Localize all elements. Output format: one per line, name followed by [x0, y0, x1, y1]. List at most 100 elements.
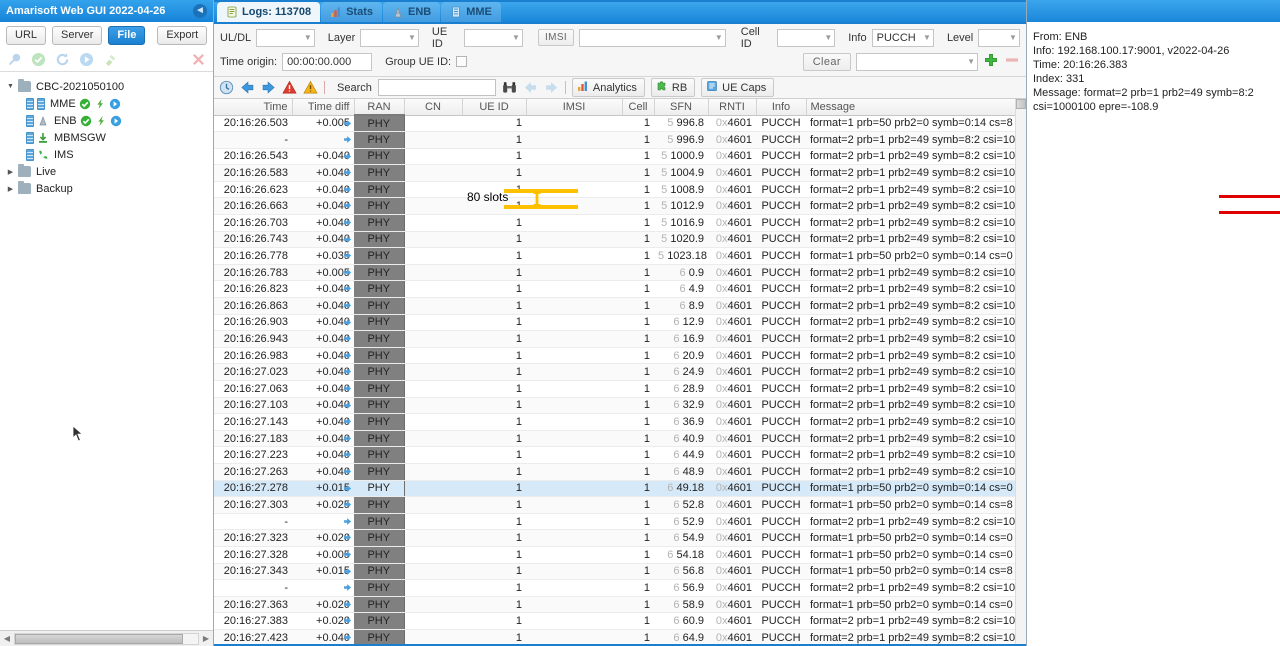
jump-arrow-icon[interactable]	[343, 417, 352, 426]
table-row[interactable]: 20:16:26.743 +0.040 PHY 1 1 5 1020.9 0x4601 PUC…	[214, 231, 1026, 249]
table-row[interactable]: 20:16:27.143 +0.040 PHY 1 1 6 36.9 0x4601 PUCCH…	[214, 413, 1026, 431]
jump-arrow-icon[interactable]	[343, 268, 352, 277]
cellid-select[interactable]: ▼	[776, 28, 836, 47]
tab-mme[interactable]: MME	[441, 2, 501, 22]
jump-arrow-icon[interactable]	[343, 484, 352, 493]
column-header-info[interactable]: Info	[756, 99, 807, 116]
jump-arrow-icon[interactable]	[343, 384, 352, 393]
warning-icon[interactable]	[303, 80, 318, 95]
table-row[interactable]: - PHY 1 1 5 996.9 0x4601 PUCCH format=2 prb=1 p…	[214, 131, 1026, 149]
table-row[interactable]: 20:16:27.103 +0.040 PHY 1 1 6 32.9 0x4601 PUCCH…	[214, 397, 1026, 415]
play-circle-icon[interactable]	[79, 52, 94, 67]
info-select[interactable]: PUCCH ▼	[871, 28, 934, 47]
jump-arrow-icon[interactable]	[343, 351, 352, 360]
group-ue-id-checkbox[interactable]	[456, 56, 468, 67]
table-row[interactable]: 20:16:27.323 +0.020 PHY 1 1 6 54.9 0x4601 PUCCH…	[214, 529, 1026, 547]
jump-arrow-icon[interactable]	[343, 517, 352, 526]
column-header-rnti[interactable]: RNTI	[708, 99, 757, 116]
play-circle-icon[interactable]	[110, 115, 122, 127]
search-input[interactable]	[377, 79, 496, 96]
table-row[interactable]: 20:16:27.383 +0.020 PHY 1 1 6 60.9 0x4601 PUCCH…	[214, 612, 1026, 630]
lightning-icon[interactable]	[94, 98, 106, 110]
error-icon[interactable]	[282, 80, 297, 95]
column-header-ue-id[interactable]: UE ID	[462, 99, 527, 116]
jump-arrow-icon[interactable]	[343, 533, 352, 542]
file-button[interactable]: File	[108, 25, 146, 45]
jump-arrow-icon[interactable]	[343, 567, 352, 576]
table-row[interactable]: 20:16:26.663 +0.040 PHY 1 1 5 1012.9 0x4601 PUC…	[214, 197, 1026, 216]
table-vertical-scrollbar[interactable]	[1015, 99, 1026, 644]
wrench-icon[interactable]	[7, 52, 22, 67]
table-row[interactable]: 20:16:26.863 +0.040 PHY 1 1 6 8.9 0x4601 PUCCH f…	[214, 297, 1026, 315]
column-header-imsi[interactable]: IMSI	[526, 99, 623, 116]
ueid-select[interactable]: ▼	[464, 28, 523, 47]
column-header-cn[interactable]: CN	[404, 99, 463, 116]
arrow-left-pale-icon[interactable]	[523, 80, 538, 95]
scroll-thumb[interactable]	[1016, 99, 1026, 109]
refresh-icon[interactable]	[55, 52, 70, 67]
jump-arrow-icon[interactable]	[343, 633, 352, 642]
jump-arrow-icon[interactable]	[343, 616, 352, 625]
jump-arrow-icon[interactable]	[343, 467, 352, 476]
chevron-right-icon[interactable]: ▶	[6, 185, 15, 193]
jump-arrow-icon[interactable]	[343, 600, 352, 609]
table-row[interactable]: 20:16:26.943 +0.040 PHY 1 1 6 16.9 0x4601 PUCCH…	[214, 330, 1026, 348]
scroll-track[interactable]	[14, 632, 199, 645]
clear-button[interactable]: Clear	[802, 52, 851, 71]
imsi-button[interactable]: IMSI	[537, 29, 575, 46]
jump-arrow-icon[interactable]	[343, 218, 352, 227]
arrow-right-blue-icon[interactable]	[261, 80, 276, 95]
jump-arrow-icon[interactable]	[343, 500, 352, 509]
table-row[interactable]: 20:16:26.543 +0.040 PHY 1 1 5 1000.9 0x4601 PUC…	[214, 148, 1026, 166]
column-header-time[interactable]: Time	[214, 99, 293, 116]
time-origin-input[interactable]: 00:00:00.000	[282, 52, 373, 71]
imsi-select[interactable]: ▼	[579, 28, 726, 47]
jump-arrow-icon[interactable]	[343, 251, 352, 260]
table-row[interactable]: 20:16:26.583 +0.040 PHY 1 1 5 1004.9 0x4601 PUC…	[214, 164, 1026, 182]
preset-select[interactable]: ▼	[856, 52, 978, 71]
layer-select[interactable]: ▼	[360, 28, 419, 47]
status-ok-icon[interactable]	[80, 115, 92, 127]
table-row[interactable]: 20:16:27.063 +0.040 PHY 1 1 6 28.9 0x4601 PUCCH…	[214, 380, 1026, 398]
jump-arrow-icon[interactable]	[343, 185, 352, 194]
tab-enb[interactable]: ENB	[383, 2, 441, 22]
table-row[interactable]: 20:16:27.363 +0.020 PHY 1 1 6 58.9 0x4601 PUCCH…	[214, 596, 1026, 614]
jump-arrow-icon[interactable]	[343, 235, 352, 244]
plus-green-icon[interactable]	[983, 52, 999, 71]
table-row[interactable]: 20:16:27.278 +0.015 PHY 1 1 6 49.18 0x4601 PUCC…	[214, 480, 1026, 498]
table-row[interactable]: 20:16:27.023 +0.040 PHY 1 1 6 24.9 0x4601 PUCCH…	[214, 363, 1026, 381]
column-header-ran[interactable]: RAN	[354, 99, 405, 116]
column-header-message[interactable]: Message	[806, 99, 1026, 116]
jump-arrow-icon[interactable]	[343, 318, 352, 327]
jump-arrow-icon[interactable]	[343, 550, 352, 559]
tree-item-live[interactable]: ▶ Live	[0, 163, 213, 180]
scroll-left-arrow-icon[interactable]: ◀	[0, 634, 14, 643]
table-row[interactable]: 20:16:26.823 +0.040 PHY 1 1 6 4.9 0x4601 PUCCH f…	[214, 280, 1026, 299]
table-row[interactable]: 20:16:26.778 +0.035 PHY 1 1 5 1023.18 0x4601 PU…	[214, 247, 1026, 265]
level-select[interactable]: ▼	[978, 28, 1020, 47]
tree-item-mme[interactable]: MME	[0, 95, 213, 112]
jump-arrow-icon[interactable]	[343, 284, 352, 293]
table-row[interactable]: 20:16:27.343 +0.015 PHY 1 1 6 56.8 0x4601 PUCCH…	[214, 563, 1026, 581]
tree-item-ims[interactable]: IMS	[0, 146, 213, 163]
export-button[interactable]: Export	[157, 25, 208, 45]
minus-red-icon[interactable]	[1004, 52, 1020, 71]
binoculars-icon[interactable]	[502, 80, 517, 95]
jump-arrow-icon[interactable]	[343, 367, 352, 376]
table-row[interactable]: 20:16:27.303 +0.025 PHY 1 1 6 52.8 0x4601 PUCCH…	[214, 496, 1026, 514]
rb-button[interactable]: RB	[650, 78, 696, 97]
jump-arrow-icon[interactable]	[343, 334, 352, 343]
table-row[interactable]: - PHY 1 1 6 56.9 0x4601 PUCCH format=2 prb=1 pr…	[214, 579, 1026, 597]
jump-arrow-icon[interactable]	[343, 135, 352, 144]
tab-logs-113708[interactable]: Logs: 113708	[217, 2, 321, 22]
check-circle-icon[interactable]	[31, 52, 46, 67]
table-row[interactable]: 20:16:27.183 +0.040 PHY 1 1 6 40.9 0x4601 PUCCH…	[214, 430, 1026, 448]
table-row[interactable]: 20:16:26.623 +0.040 PHY 1 1 5 1008.9 0x4601 PUC…	[214, 181, 1026, 199]
table-row[interactable]: 20:16:26.983 +0.040 PHY 1 1 6 20.9 0x4601 PUCCH…	[214, 347, 1026, 365]
jump-arrow-icon[interactable]	[343, 119, 352, 128]
table-row[interactable]: 20:16:27.263 +0.040 PHY 1 1 6 48.9 0x4601 PUCCH…	[214, 463, 1026, 481]
server-button[interactable]: Server	[52, 25, 103, 45]
table-row[interactable]: 20:16:27.328 +0.005 PHY 1 1 6 54.18 0x4601 PUCC…	[214, 546, 1026, 564]
jump-arrow-icon[interactable]	[343, 201, 352, 210]
scroll-right-arrow-icon[interactable]: ▶	[199, 634, 213, 643]
